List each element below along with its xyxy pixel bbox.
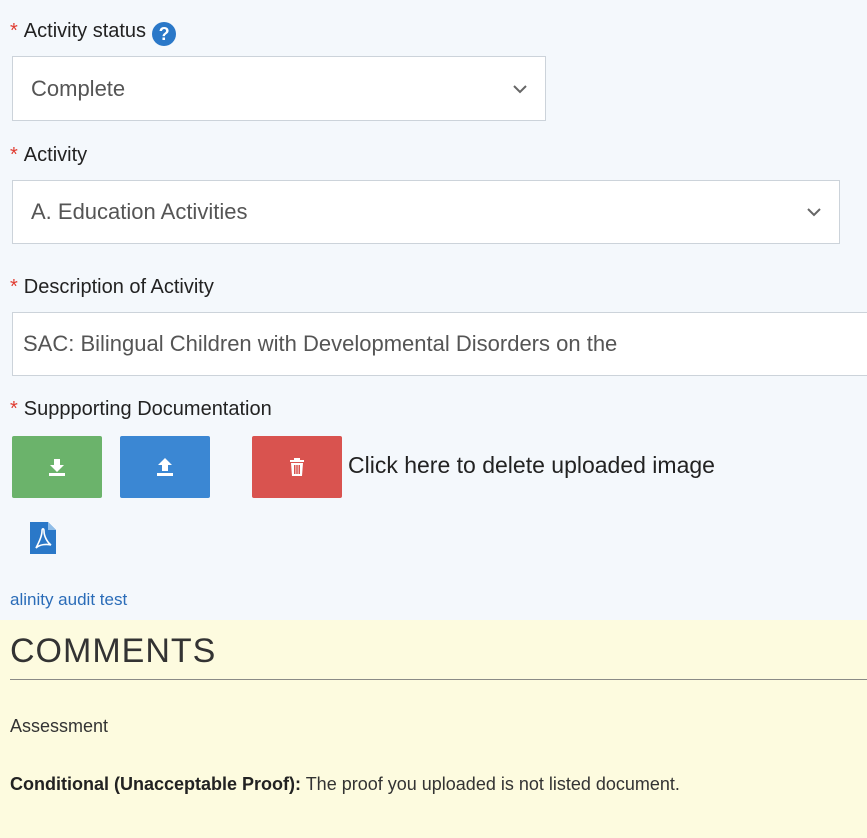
download-button[interactable] — [12, 436, 102, 498]
help-icon[interactable]: ? — [152, 22, 177, 46]
activity-select[interactable]: A. Education Activities — [12, 180, 840, 244]
upload-button[interactable] — [120, 436, 210, 498]
activity-status-value: Complete — [31, 75, 126, 101]
activity-label-text: Activity — [23, 144, 88, 166]
assessment-detail: The proof you uploaded is not listed doc… — [301, 774, 680, 794]
upload-icon — [157, 458, 173, 476]
uploaded-file-link[interactable]: alinity audit test — [10, 590, 127, 610]
delete-button[interactable] — [252, 436, 342, 498]
comments-title: COMMENTS — [10, 632, 217, 670]
activity-status-select[interactable]: Complete — [12, 56, 546, 121]
description-label-text: Description of Activity — [23, 276, 214, 298]
activity-status-label-text: Activity status — [23, 20, 147, 42]
download-icon — [49, 459, 65, 476]
description-value: SAC: Bilingual Children with Development… — [23, 331, 618, 356]
required-marker: * — [10, 276, 18, 298]
chevron-down-icon — [513, 84, 527, 93]
required-marker: * — [10, 20, 18, 42]
comments-divider — [10, 679, 867, 680]
trash-icon — [290, 458, 304, 476]
activity-label: * Activity — [10, 144, 87, 167]
delete-hint[interactable]: Click here to delete uploaded image — [348, 452, 715, 479]
assessment-result: Conditional (Unacceptable Proof): The pr… — [10, 768, 865, 800]
required-marker: * — [10, 398, 18, 420]
assessment-status: Conditional (Unacceptable Proof): — [10, 774, 302, 794]
required-marker: * — [10, 144, 18, 166]
description-input[interactable]: SAC: Bilingual Children with Development… — [12, 312, 867, 376]
activity-value: A. Education Activities — [31, 199, 248, 224]
documentation-label: * Suppporting Documentation — [10, 398, 272, 421]
documentation-label-text: Suppporting Documentation — [23, 398, 272, 420]
pdf-file-icon[interactable] — [30, 522, 56, 554]
chevron-down-icon — [807, 208, 821, 217]
description-label: * Description of Activity — [10, 276, 214, 299]
assessment-label: Assessment — [10, 716, 109, 736]
activity-status-label: * Activity status? — [10, 20, 177, 46]
